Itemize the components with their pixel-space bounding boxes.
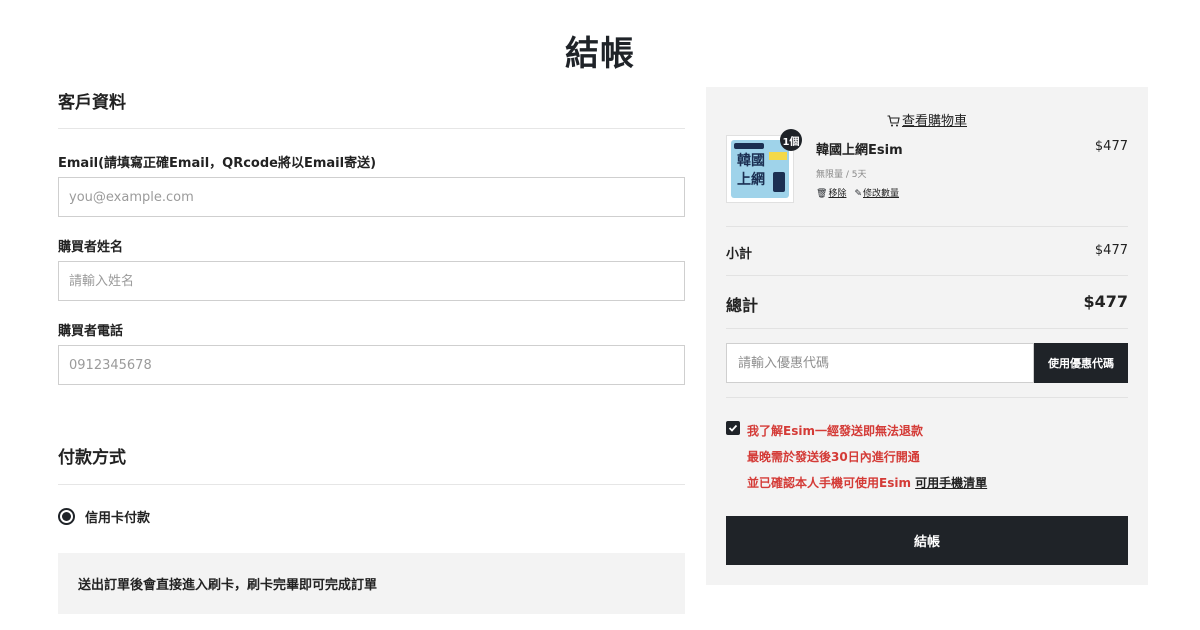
- divider: [58, 484, 685, 485]
- email-field[interactable]: [58, 177, 685, 217]
- phone-label: 購買者電話: [58, 324, 124, 339]
- total-label: 總計: [726, 296, 759, 315]
- checkout-button[interactable]: 結帳: [726, 516, 1128, 565]
- compatible-phones-link[interactable]: 可用手機清單: [915, 476, 987, 490]
- payment-option-credit-card[interactable]: 信用卡付款: [58, 507, 150, 526]
- total-value: $477: [1083, 292, 1128, 311]
- check-icon: [728, 424, 738, 432]
- view-cart-link[interactable]: 查看購物車: [706, 110, 1148, 131]
- payment-info-box: 送出訂單後會直接進入刷卡，刷卡完畢即可完成訂單: [58, 553, 685, 614]
- page-title: 結帳: [565, 34, 635, 74]
- coupon-input[interactable]: [726, 343, 1034, 383]
- terms-line-2: 最晚需於發送後30日內進行開通: [747, 450, 920, 464]
- name-label: 購買者姓名: [58, 240, 124, 255]
- cart-icon: [887, 115, 900, 131]
- subtotal-value: $477: [1094, 243, 1128, 258]
- radio-selected-icon[interactable]: [58, 508, 75, 525]
- view-cart-label: 查看購物車: [901, 114, 967, 129]
- phone-field[interactable]: [58, 345, 685, 385]
- remove-label: 移除: [828, 189, 847, 199]
- subtotal-label: 小計: [726, 247, 753, 262]
- email-label: Email(請填寫正確Email，QRcode將以Email寄送): [58, 156, 377, 171]
- customer-section-title: 客戶資料: [58, 93, 126, 113]
- product-image: 韓國上網: [731, 140, 789, 198]
- terms-text: 我了解Esim一經發送即無法退款 最晚需於發送後30日內進行開通 並已確認本人手…: [747, 418, 987, 496]
- divider: [58, 128, 685, 129]
- quantity-badge: 1個: [780, 129, 802, 151]
- terms-checkbox[interactable]: [726, 421, 740, 435]
- payment-option-label: 信用卡付款: [85, 511, 151, 526]
- product-thumbnail: 韓國上網 1個: [726, 129, 802, 203]
- trash-icon: 🗑: [816, 189, 828, 199]
- product-price: $477: [1094, 139, 1128, 154]
- terms-line-1: 我了解Esim一經發送即無法退款: [747, 424, 923, 438]
- apply-coupon-button[interactable]: 使用優惠代碼: [1034, 343, 1128, 383]
- edit-icon: ✎: [854, 189, 862, 199]
- edit-quantity-label: 修改數量: [863, 189, 900, 199]
- product-name: 韓國上網Esim: [816, 143, 903, 158]
- order-summary-panel: 查看購物車 韓國上網 1個 韓國上網Esim $477 無限量 / 5天 🗑移除…: [706, 87, 1148, 585]
- name-field[interactable]: [58, 261, 685, 301]
- edit-quantity-button[interactable]: ✎修改數量: [854, 186, 899, 199]
- divider: [726, 226, 1128, 227]
- terms-line-3-text: 並已確認本人手機可使用Esim: [747, 476, 916, 490]
- payment-section-title: 付款方式: [58, 448, 126, 468]
- divider: [726, 328, 1128, 329]
- thumb-text: 韓國上網: [737, 153, 765, 188]
- product-actions: 🗑移除 ✎修改數量: [816, 186, 899, 199]
- divider: [726, 275, 1128, 276]
- divider: [726, 397, 1128, 398]
- remove-item-button[interactable]: 🗑移除: [816, 186, 846, 199]
- product-variant: 無限量 / 5天: [816, 170, 867, 180]
- terms-line-3: 並已確認本人手機可使用Esim 可用手機清單: [747, 470, 987, 496]
